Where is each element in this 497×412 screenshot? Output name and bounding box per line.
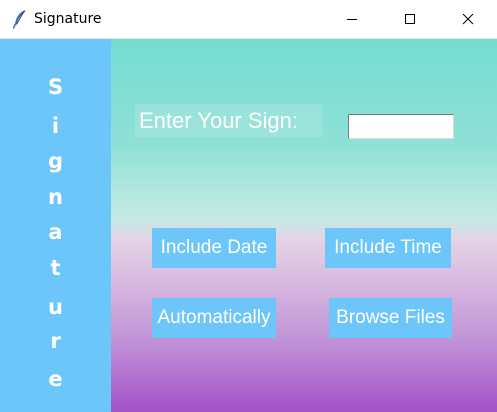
close-icon (462, 10, 474, 29)
maximize-icon (404, 10, 416, 29)
sidebar-letter: a (48, 220, 63, 244)
sidebar-letter: S (47, 75, 64, 99)
include-date-button[interactable]: Include Date (152, 228, 276, 268)
minimize-icon (346, 10, 358, 29)
client-area: S i g n a t u r e Enter Your Sign: Inclu… (0, 39, 497, 412)
feather-icon (10, 9, 30, 29)
sidebar-letter: u (48, 295, 63, 319)
minimize-button[interactable] (329, 0, 375, 39)
sidebar-letter: t (50, 256, 61, 280)
close-button[interactable] (445, 0, 491, 39)
sidebar: S i g n a t u r e (0, 39, 111, 412)
sidebar-letter: e (48, 367, 63, 391)
include-time-button[interactable]: Include Time (325, 228, 451, 268)
maximize-button[interactable] (387, 0, 433, 39)
title-bar: Signature (0, 0, 497, 39)
sign-input[interactable] (348, 114, 454, 139)
sidebar-letter: g (47, 149, 64, 173)
sidebar-letter: n (48, 185, 63, 209)
sidebar-letter: i (51, 114, 60, 138)
browse-files-button[interactable]: Browse Files (329, 298, 452, 338)
window-title: Signature (34, 11, 102, 27)
automatically-button[interactable]: Automatically (152, 298, 276, 338)
main-panel: Enter Your Sign: Include Date Include Ti… (111, 39, 497, 412)
sidebar-letter: r (50, 329, 61, 353)
sign-label: Enter Your Sign: (135, 104, 323, 137)
